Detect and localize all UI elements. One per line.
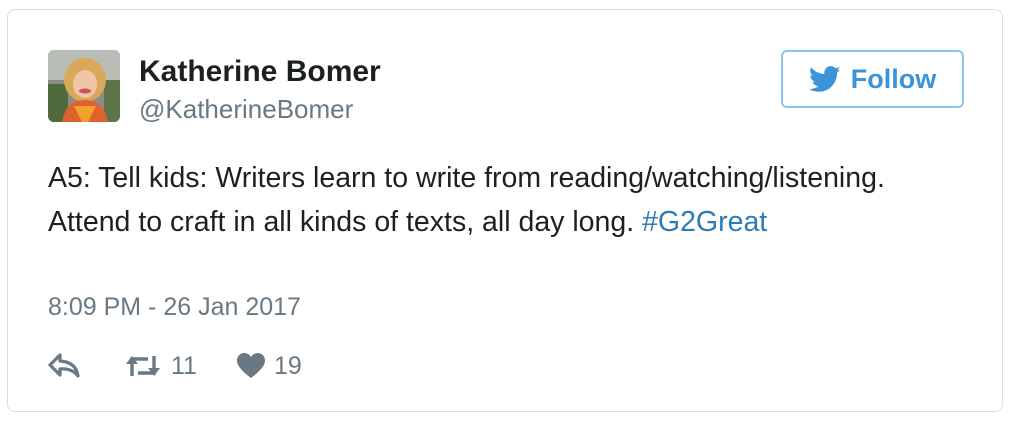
twitter-bird-icon [808,65,841,92]
follow-button[interactable]: Follow [781,50,964,108]
tweet-text: A5: Tell kids: Writers learn to write fr… [48,156,968,244]
retweet-count: 11 [171,351,197,380]
hashtag-link[interactable]: #G2Great [642,206,767,238]
reply-icon [48,353,80,378]
reply-button[interactable] [48,353,80,379]
tweet-actions: 11 19 [48,348,302,384]
author-name[interactable]: Katherine Bomer [139,54,381,90]
avatar-photo [48,50,120,122]
tweet-timestamp[interactable]: 8:09 PM - 26 Jan 2017 [48,291,301,323]
heart-icon [236,353,265,378]
follow-label: Follow [850,63,937,94]
author-handle[interactable]: @KatherineBomer [139,94,353,124]
like-count: 19 [273,351,302,380]
retweet-button[interactable]: 11 [124,352,197,381]
avatar[interactable] [48,50,120,122]
like-button[interactable]: 19 [236,351,302,381]
tweet-card: Katherine Bomer @KatherineBomer Follow A… [7,9,1003,412]
retweet-icon [126,356,160,376]
